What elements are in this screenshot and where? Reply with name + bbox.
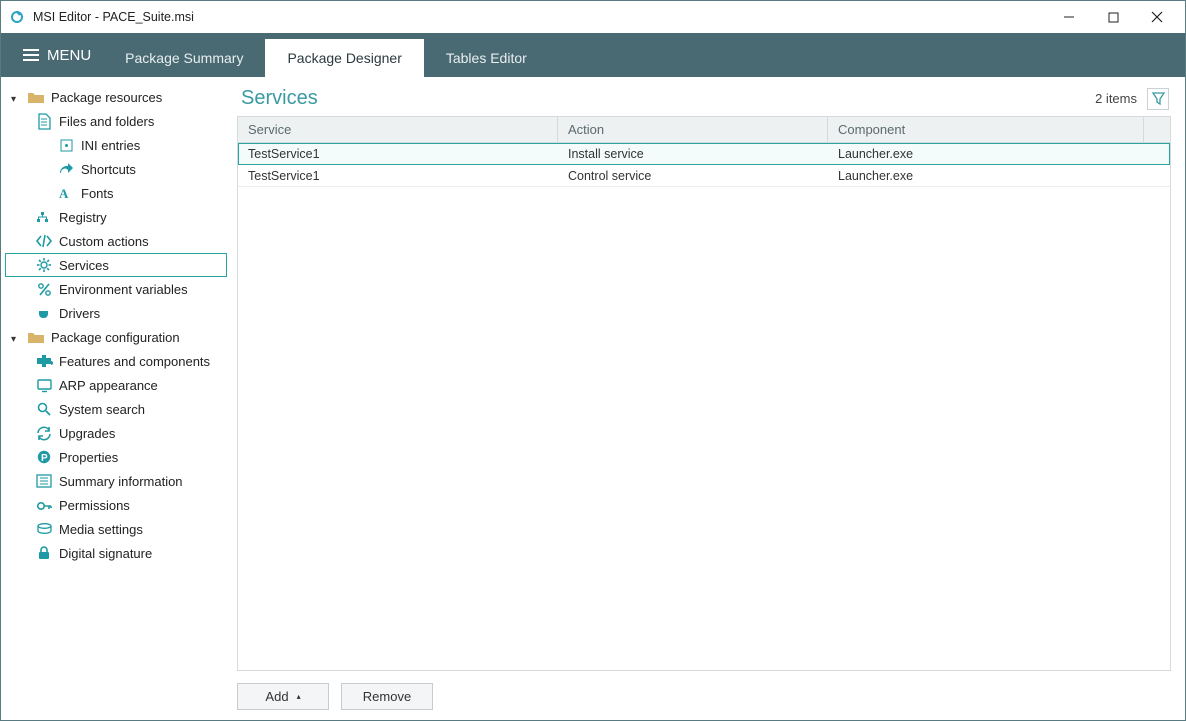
svg-text:A: A <box>59 186 69 201</box>
app-icon <box>9 9 25 25</box>
refresh-icon <box>35 427 53 440</box>
item-count-label: 2 items <box>1095 91 1137 106</box>
tree-item-custom-actions[interactable]: Custom actions <box>5 229 227 253</box>
cell-component: Launcher.exe <box>828 167 1144 185</box>
tree-item-shortcuts[interactable]: Shortcuts <box>5 157 227 181</box>
filter-icon <box>1152 92 1165 105</box>
tree-item-features-and-components[interactable]: Features and components <box>5 349 227 373</box>
tree-item-arp-appearance[interactable]: ARP appearance <box>5 373 227 397</box>
minimize-button[interactable] <box>1047 2 1091 32</box>
close-button[interactable] <box>1135 2 1179 32</box>
lock-icon <box>35 546 53 560</box>
puzzle-icon <box>35 355 53 367</box>
table-header: Service Action Component <box>238 117 1170 143</box>
disk-icon <box>35 523 53 535</box>
column-service[interactable]: Service <box>238 117 558 142</box>
services-table: Service Action Component TestService1 In… <box>237 116 1171 671</box>
sidebar-tree: ▾ Package resources Files and folders <box>1 77 233 720</box>
tab-tables-editor[interactable]: Tables Editor <box>424 39 549 77</box>
monitor-icon <box>35 379 53 392</box>
code-icon <box>35 235 53 247</box>
cell-component: Launcher.exe <box>828 145 1144 163</box>
column-action[interactable]: Action <box>558 117 828 142</box>
menu-strip: MENU Package Summary Package Designer Ta… <box>1 33 1185 77</box>
list-icon <box>35 475 53 487</box>
window-title: MSI Editor - PACE_Suite.msi <box>33 10 1047 24</box>
key-icon <box>35 499 53 512</box>
app-window: MSI Editor - PACE_Suite.msi MENU Package… <box>0 0 1186 721</box>
tree-item-environment-variables[interactable]: Environment variables <box>5 277 227 301</box>
registry-icon <box>35 211 53 224</box>
content-title: Services <box>241 87 318 110</box>
add-button[interactable]: Add ▴ <box>237 683 329 710</box>
tab-package-designer[interactable]: Package Designer <box>265 39 423 77</box>
tree-item-digital-signature[interactable]: Digital signature <box>5 541 227 565</box>
tree-item-files-and-folders[interactable]: Files and folders <box>5 109 227 133</box>
remove-button[interactable]: Remove <box>341 683 433 710</box>
gear-icon <box>35 258 53 272</box>
font-icon: A <box>57 187 75 200</box>
tree-item-media-settings[interactable]: Media settings <box>5 517 227 541</box>
table-body: TestService1 Install service Launcher.ex… <box>238 143 1170 670</box>
folder-icon <box>27 91 45 104</box>
caret-up-icon: ▴ <box>297 692 301 701</box>
tree-item-upgrades[interactable]: Upgrades <box>5 421 227 445</box>
tree-item-registry[interactable]: Registry <box>5 205 227 229</box>
footer-buttons: Add ▴ Remove <box>237 671 1171 710</box>
tree-item-fonts[interactable]: A Fonts <box>5 181 227 205</box>
cell-service: TestService1 <box>238 167 558 185</box>
plug-icon <box>35 306 53 320</box>
file-icon <box>35 114 53 129</box>
content-area: Services 2 items Service Action Componen… <box>233 77 1185 720</box>
filter-button[interactable] <box>1147 88 1169 110</box>
tab-package-summary[interactable]: Package Summary <box>103 39 265 77</box>
tree-group-package-resources[interactable]: ▾ Package resources <box>5 85 227 109</box>
search-icon <box>35 402 53 416</box>
tree-item-properties[interactable]: P Properties <box>5 445 227 469</box>
tree-item-system-search[interactable]: System search <box>5 397 227 421</box>
titlebar: MSI Editor - PACE_Suite.msi <box>1 1 1185 33</box>
chevron-down-icon[interactable]: ▾ <box>11 90 21 105</box>
tree-item-services[interactable]: Services <box>5 253 227 277</box>
column-extra <box>1144 117 1170 142</box>
table-row[interactable]: TestService1 Control service Launcher.ex… <box>238 165 1170 187</box>
ini-icon <box>57 139 75 152</box>
tree-item-drivers[interactable]: Drivers <box>5 301 227 325</box>
folder-icon <box>27 331 45 344</box>
body: ▾ Package resources Files and folders <box>1 77 1185 720</box>
tree-item-ini-entries[interactable]: INI entries <box>5 133 227 157</box>
tree-item-permissions[interactable]: Permissions <box>5 493 227 517</box>
percent-icon <box>35 283 53 296</box>
tree-item-summary-information[interactable]: Summary information <box>5 469 227 493</box>
content-header: Services 2 items <box>237 85 1171 116</box>
tree-group-package-configuration[interactable]: ▾ Package configuration <box>5 325 227 349</box>
menu-label: MENU <box>47 47 91 64</box>
maximize-button[interactable] <box>1091 2 1135 32</box>
shortcut-icon <box>57 163 75 175</box>
chevron-down-icon[interactable]: ▾ <box>11 330 21 345</box>
window-controls <box>1047 2 1179 32</box>
table-row[interactable]: TestService1 Install service Launcher.ex… <box>238 143 1170 165</box>
cell-action: Control service <box>558 167 828 185</box>
p-icon: P <box>35 450 53 464</box>
hamburger-icon <box>23 49 39 61</box>
column-component[interactable]: Component <box>828 117 1144 142</box>
content-header-right: 2 items <box>1095 88 1169 110</box>
cell-action: Install service <box>558 145 828 163</box>
svg-text:P: P <box>41 453 48 464</box>
cell-service: TestService1 <box>238 145 558 163</box>
main-menu-button[interactable]: MENU <box>11 33 103 77</box>
